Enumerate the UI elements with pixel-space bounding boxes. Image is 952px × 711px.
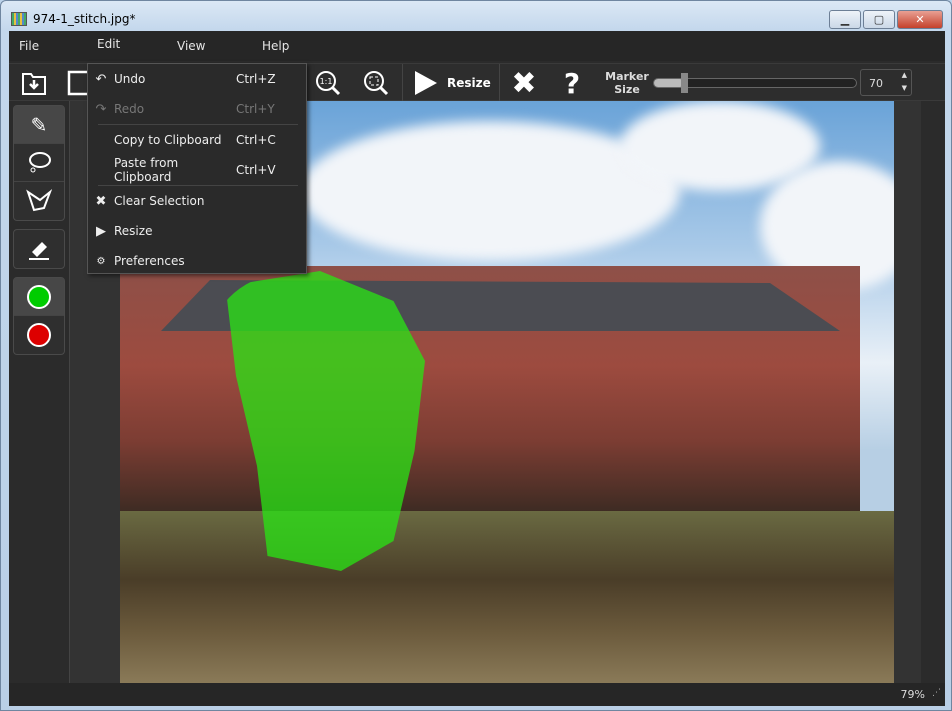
title-bar: 974-1_stitch.jpg* bbox=[11, 9, 135, 29]
resize-grip-icon[interactable]: ⋰ bbox=[932, 688, 941, 698]
marker-size-label: Marker Size bbox=[605, 70, 649, 96]
close-button[interactable]: ✕ bbox=[897, 10, 943, 29]
menu-item-clear-selection[interactable]: ✖ Clear Selection bbox=[88, 186, 306, 216]
open-button[interactable] bbox=[19, 68, 49, 98]
undo-icon: ↶ bbox=[95, 71, 107, 87]
green-dot-icon bbox=[27, 284, 51, 309]
edit-menu: ↶ Undo Ctrl+Z ↷ Redo Ctrl+Y Copy to Clipboar… bbox=[87, 63, 307, 274]
question-icon: ? bbox=[563, 66, 581, 100]
app-icon bbox=[11, 12, 27, 26]
menu-edit[interactable]: Edit bbox=[97, 37, 120, 51]
menu-item-redo[interactable]: ↷ Redo Ctrl+Y bbox=[88, 94, 306, 124]
x-icon: ✖ bbox=[511, 65, 537, 101]
window-title: 974-1_stitch.jpg* bbox=[33, 12, 136, 26]
menu-file[interactable]: File bbox=[19, 39, 39, 53]
polygon-lasso-tool[interactable] bbox=[14, 182, 64, 220]
spin-up-icon[interactable]: ▲ bbox=[902, 71, 907, 79]
play-icon bbox=[415, 71, 437, 95]
lasso-icon bbox=[29, 151, 51, 172]
red-dot-icon bbox=[27, 323, 51, 347]
svg-text:1:1: 1:1 bbox=[320, 77, 333, 86]
menu-item-preferences[interactable]: ⚙ Preferences bbox=[88, 246, 306, 276]
slider-handle[interactable] bbox=[681, 73, 688, 93]
menu-item-resize[interactable]: ▶ Resize bbox=[88, 216, 306, 246]
redo-icon: ↷ bbox=[95, 101, 107, 117]
menu-bar: File Edit View Help bbox=[9, 31, 945, 61]
ground bbox=[120, 511, 894, 683]
resize-button[interactable]: Resize bbox=[413, 68, 493, 98]
eraser-tool[interactable] bbox=[14, 230, 64, 268]
x-icon: ✖ bbox=[95, 193, 107, 209]
polygon-lasso-icon bbox=[26, 189, 52, 212]
lasso-tool[interactable] bbox=[14, 144, 64, 182]
menu-help[interactable]: Help bbox=[262, 39, 289, 53]
menu-item-copy[interactable]: Copy to Clipboard Ctrl+C bbox=[88, 125, 306, 155]
zoom-actual-size-icon: 1:1 bbox=[316, 71, 341, 96]
keep-color-tool[interactable] bbox=[14, 278, 64, 316]
zoom-fit-button[interactable] bbox=[361, 68, 391, 98]
zoom-level: 79% bbox=[900, 688, 925, 701]
menu-item-paste[interactable]: Paste from Clipboard Ctrl+V bbox=[88, 155, 306, 185]
gears-icon: ⚙ bbox=[96, 255, 106, 267]
highlighter-icon: ✎ bbox=[30, 112, 48, 137]
app-window: 974-1_stitch.jpg* ▁ ▢ ✕ File Edit View H… bbox=[0, 0, 952, 711]
menu-item-undo[interactable]: ↶ Undo Ctrl+Z bbox=[88, 64, 306, 94]
resize-label: Resize bbox=[447, 76, 491, 90]
open-folder-icon bbox=[22, 73, 46, 95]
menu-view[interactable]: View bbox=[177, 39, 205, 53]
spin-down-icon[interactable]: ▼ bbox=[902, 84, 907, 92]
marker-size-value: 70 bbox=[869, 77, 883, 90]
marker-tool[interactable]: ✎ bbox=[14, 106, 64, 144]
zoom-fit-icon bbox=[364, 71, 389, 96]
marker-size-slider[interactable] bbox=[653, 73, 857, 93]
maximize-button[interactable]: ▢ bbox=[863, 10, 895, 29]
play-icon: ▶ bbox=[96, 223, 106, 239]
minimize-button[interactable]: ▁ bbox=[829, 10, 861, 29]
help-button[interactable]: ? bbox=[557, 66, 587, 100]
remove-color-tool[interactable] bbox=[14, 316, 64, 354]
tool-panel: ✎ bbox=[13, 105, 65, 363]
clear-selection-button[interactable]: ✖ bbox=[509, 65, 539, 101]
status-bar: 79% ⋰ bbox=[9, 683, 945, 706]
marker-size-spinner[interactable]: 70 ▲ ▼ bbox=[860, 69, 912, 96]
zoom-actual-button[interactable]: 1:1 bbox=[313, 68, 343, 98]
eraser-icon bbox=[29, 242, 49, 260]
